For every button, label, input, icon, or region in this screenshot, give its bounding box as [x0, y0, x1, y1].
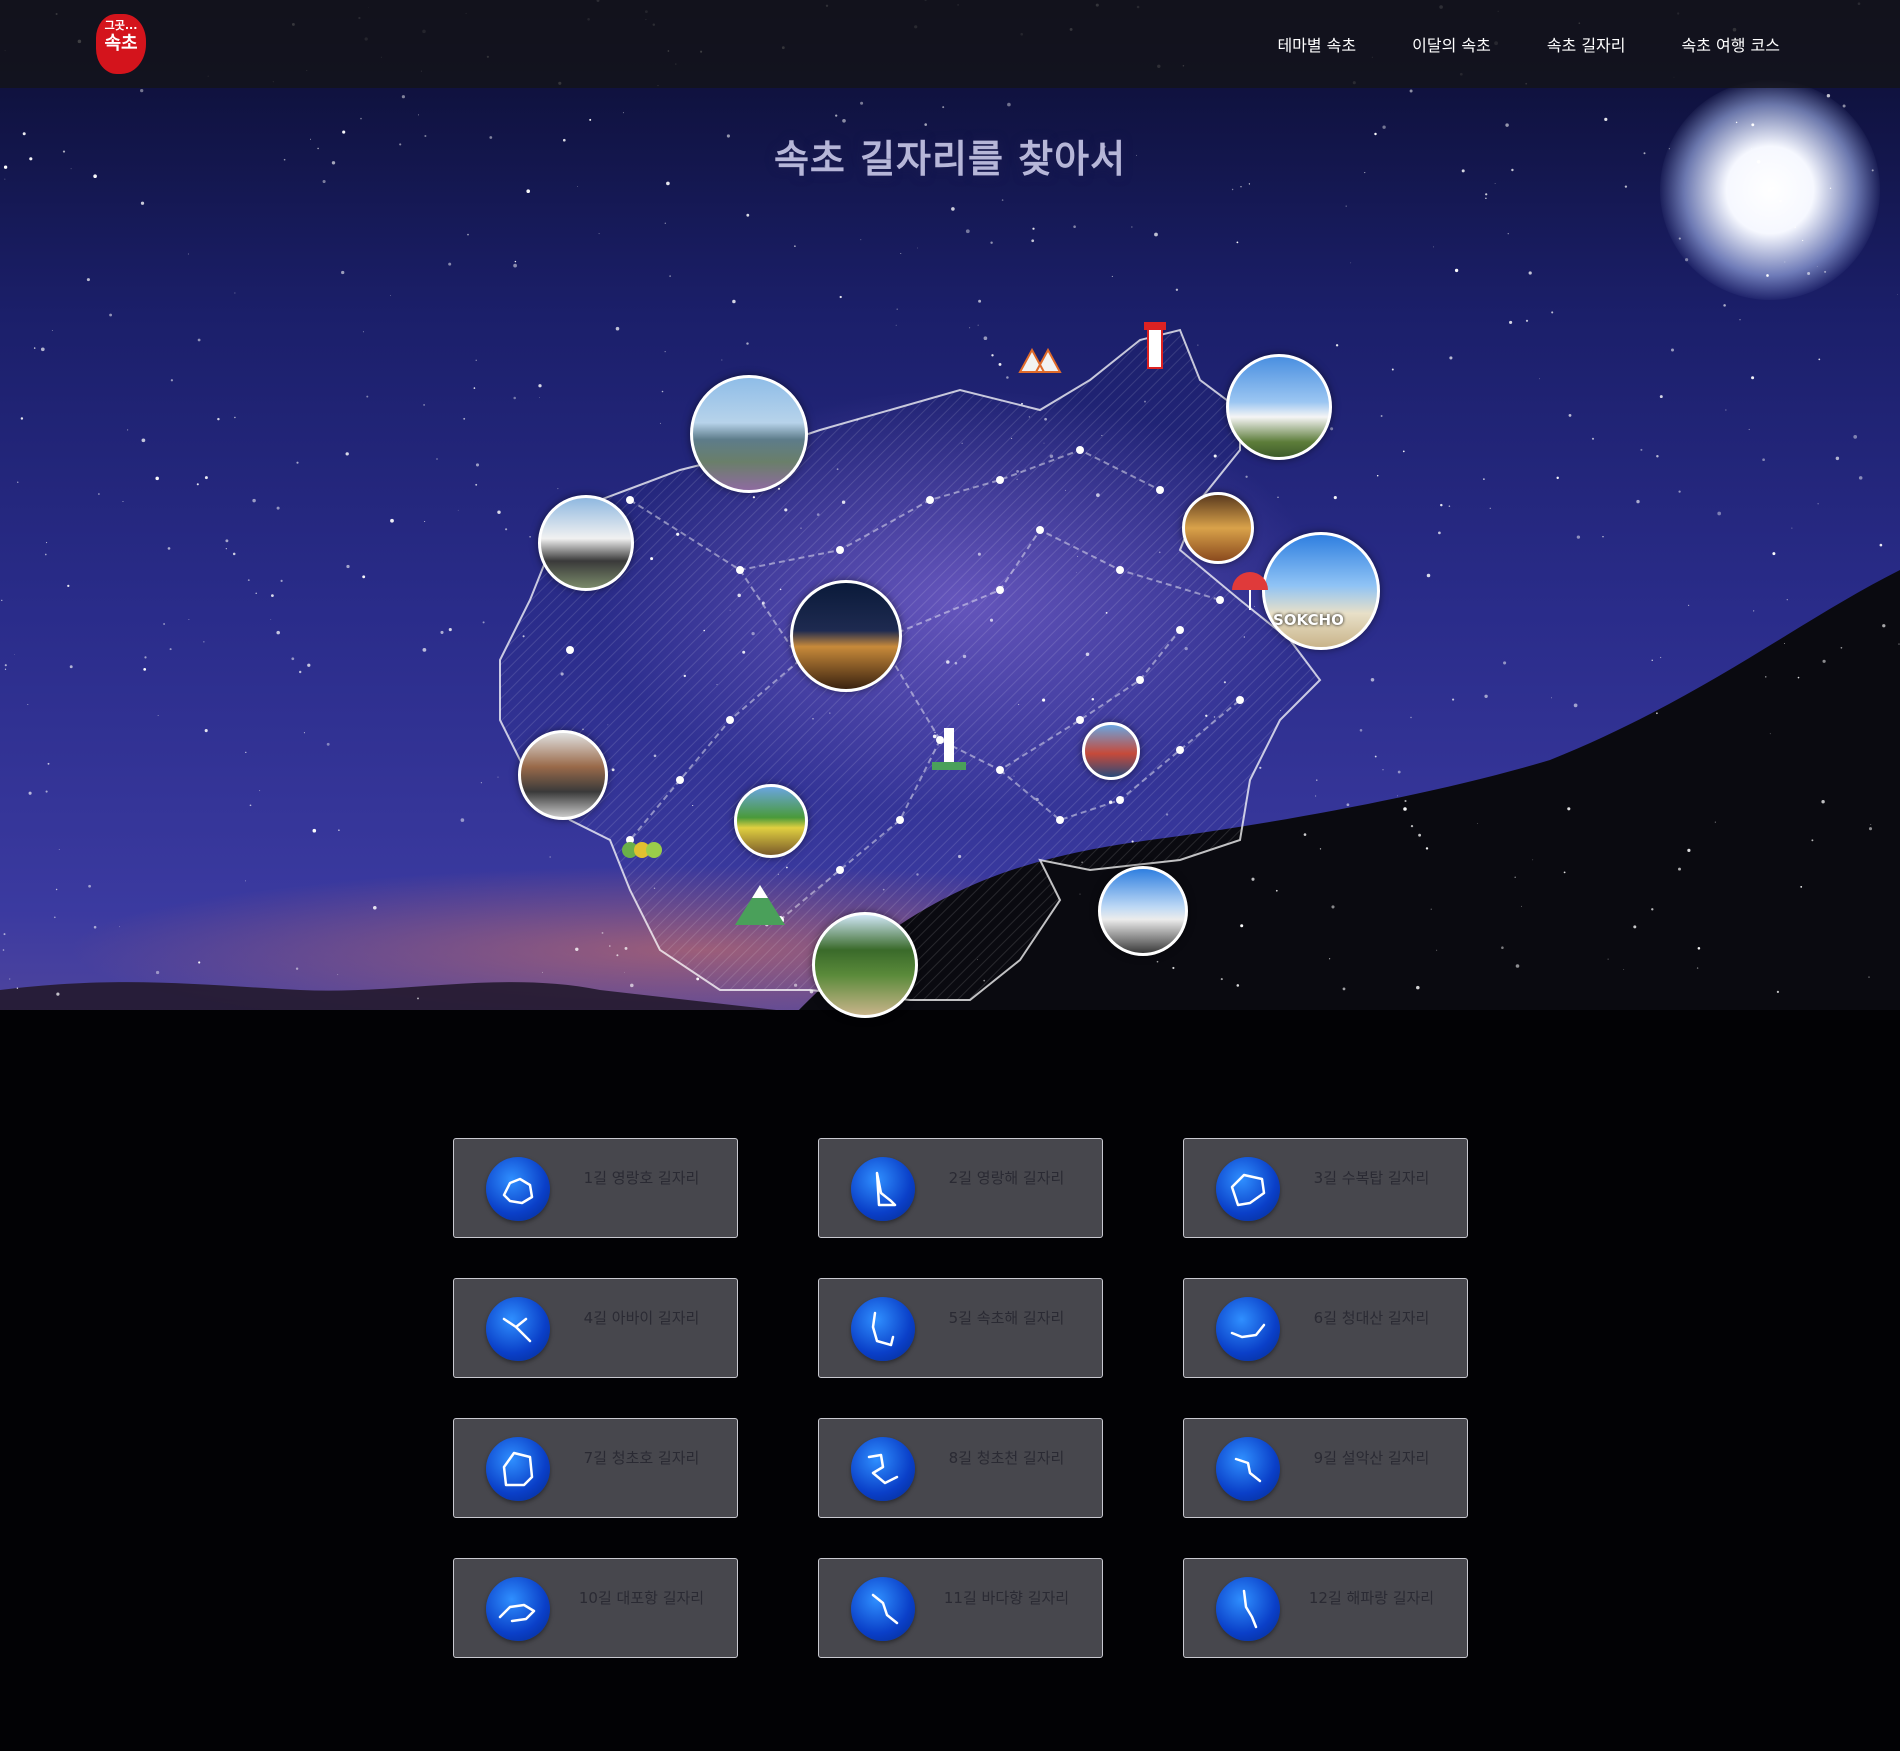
- route-label: 12길 해파랑 길자리: [1308, 1589, 1435, 1607]
- sokcho-trail-map: SOKCHO: [480, 300, 1380, 1064]
- route-card-4[interactable]: 4길 아바이 길자리: [453, 1278, 738, 1378]
- umbrella-icon: [1232, 572, 1268, 610]
- lighthouse-icon: [1144, 322, 1166, 369]
- logo-text-bottom: 속초: [104, 33, 138, 54]
- route-label: 3길 수복탑 길자리: [1313, 1169, 1430, 1187]
- route-label: 6길 청대산 길자리: [1313, 1309, 1430, 1327]
- nav-travel-course[interactable]: 속초 여행 코스: [1682, 32, 1781, 56]
- route-card-grid: 1길 영랑호 길자리 2길 영랑해 길자리 3길 수복탑 길자리 4길 아바이 길자리…: [453, 1138, 1468, 1658]
- route-label: 1길 영랑호 길자리: [583, 1169, 700, 1187]
- route-label: 2길 영랑해 길자리: [948, 1169, 1065, 1187]
- constellation-3-icon: [1216, 1157, 1280, 1221]
- constellation-7-icon: [486, 1437, 550, 1501]
- route-label: 5길 속초해 길자리: [948, 1309, 1065, 1327]
- route-card-2[interactable]: 2길 영랑해 길자리: [818, 1138, 1103, 1238]
- constellation-1-icon: [486, 1157, 550, 1221]
- constellation-4-icon: [486, 1297, 550, 1361]
- trees-icon: [622, 842, 662, 858]
- route-card-8[interactable]: 8길 청초천 길자리: [818, 1418, 1103, 1518]
- constellation-2-icon: [851, 1157, 915, 1221]
- route-card-11[interactable]: 11길 바다향 길자리: [818, 1558, 1103, 1658]
- constellation-12-icon: [1216, 1577, 1280, 1641]
- nav-monthly-sokcho[interactable]: 이달의 속초: [1412, 32, 1491, 56]
- map-decorations: [622, 322, 1268, 925]
- mountain-icon: [735, 885, 785, 925]
- route-card-6[interactable]: 6길 청대산 길자리: [1183, 1278, 1468, 1378]
- constellation-8-icon: [851, 1437, 915, 1501]
- top-navigation-bar: 그곳... 속초 테마별 속초 이달의 속초 속초 길자리 속초 여행 코스: [0, 0, 1900, 88]
- constellation-6-icon: [1216, 1297, 1280, 1361]
- constellation-11-icon: [851, 1577, 915, 1641]
- sokcho-logo[interactable]: 그곳... 속초: [96, 14, 146, 74]
- route-label: 7길 청초호 길자리: [583, 1449, 700, 1467]
- route-card-1[interactable]: 1길 영랑호 길자리: [453, 1138, 738, 1238]
- route-card-10[interactable]: 10길 대포항 길자리: [453, 1558, 738, 1658]
- route-label: 4길 아바이 길자리: [583, 1309, 700, 1327]
- route-label: 9길 설악산 길자리: [1313, 1449, 1430, 1467]
- route-card-3[interactable]: 3길 수복탑 길자리: [1183, 1138, 1468, 1238]
- constellation-10-icon: [486, 1577, 550, 1641]
- route-card-5[interactable]: 5길 속초해 길자리: [818, 1278, 1103, 1378]
- route-card-9[interactable]: 9길 설악산 길자리: [1183, 1418, 1468, 1518]
- page-title: 속초 길자리를 찾아서: [773, 137, 1127, 181]
- main-nav: 테마별 속초 이달의 속초 속초 길자리 속초 여행 코스: [1277, 32, 1780, 56]
- constellation-9-icon: [1216, 1437, 1280, 1501]
- route-label: 11길 바다향 길자리: [943, 1589, 1070, 1607]
- logo-text-top: 그곳...: [104, 19, 138, 32]
- route-label: 10길 대포항 길자리: [578, 1589, 705, 1607]
- constellation-5-icon: [851, 1297, 915, 1361]
- small-lighthouse-icon: [932, 728, 966, 770]
- nav-sokcho-trails[interactable]: 속초 길자리: [1547, 32, 1626, 56]
- route-card-7[interactable]: 7길 청초호 길자리: [453, 1418, 738, 1518]
- route-label: 8길 청초천 길자리: [948, 1449, 1065, 1467]
- route-card-12[interactable]: 12길 해파랑 길자리: [1183, 1558, 1468, 1658]
- nav-theme-sokcho[interactable]: 테마별 속초: [1277, 32, 1356, 56]
- tent-icon: [1018, 347, 1062, 373]
